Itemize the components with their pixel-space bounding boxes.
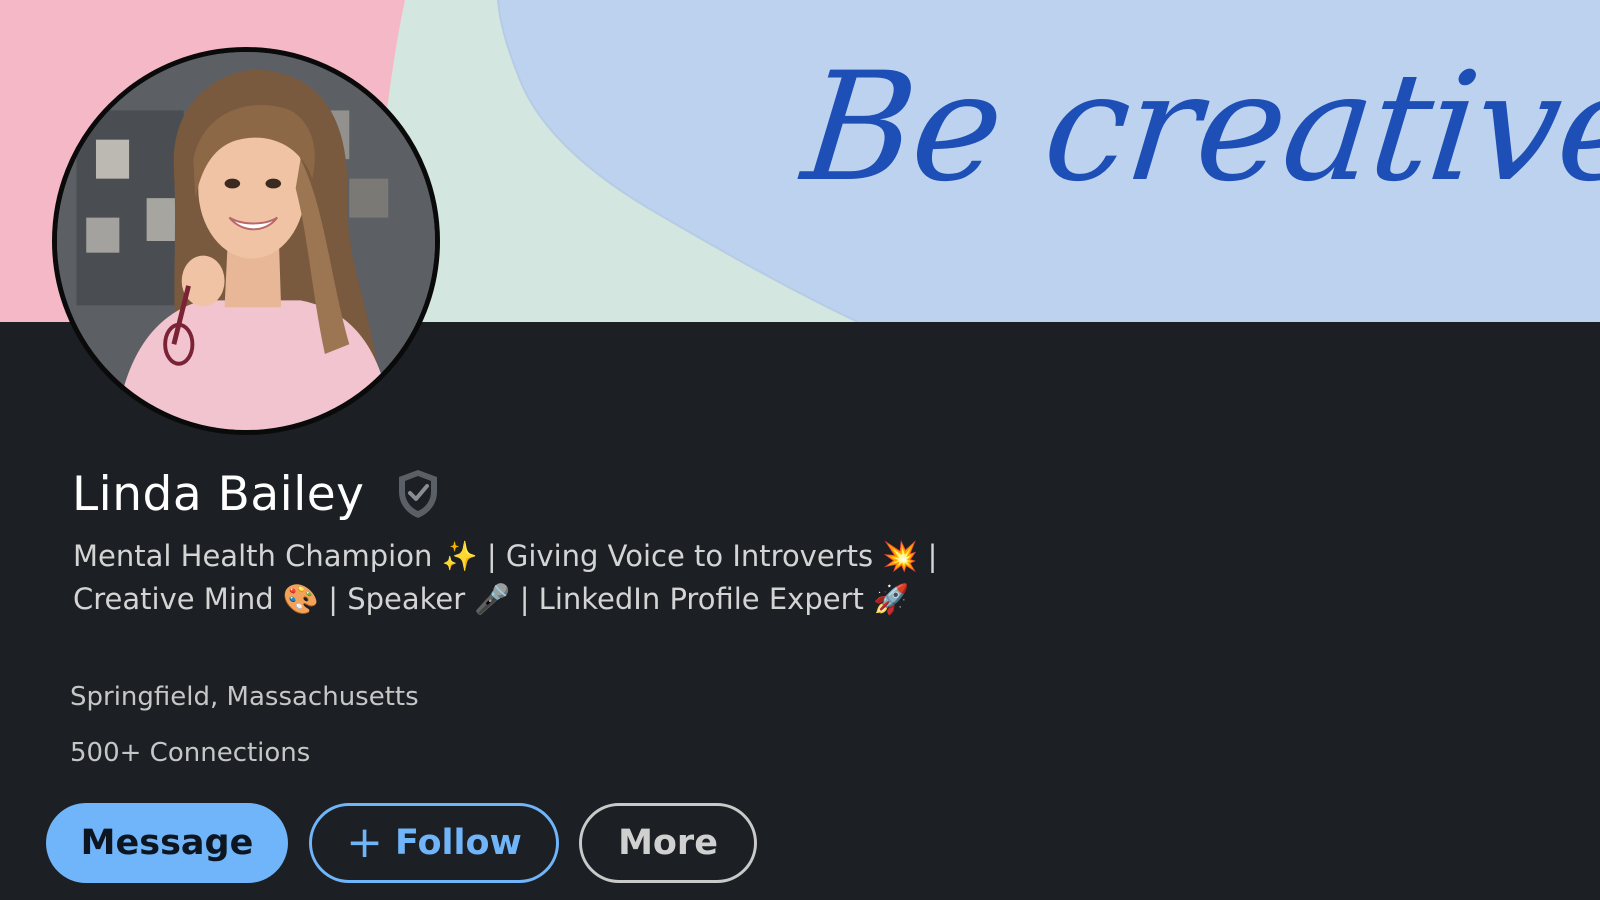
profile-card: Be creative Linda Bailey Mental Health C… [0,0,1600,900]
profile-photo-image [57,52,435,430]
follow-button-label: Follow [394,823,522,863]
profile-name-row: Linda Bailey [72,462,441,526]
follow-button[interactable]: + Follow [309,803,559,883]
profile-name: Linda Bailey [72,466,365,522]
profile-photo[interactable] [52,47,440,435]
message-button-label: Message [80,823,254,863]
plus-icon: + [346,817,383,868]
shield-check-icon[interactable] [395,468,441,520]
profile-connections[interactable]: 500+ Connections [70,738,310,768]
profile-location: Springfield, Massachusetts [70,682,419,712]
message-button[interactable]: Message [46,803,288,883]
more-button[interactable]: More [579,803,757,883]
more-button-label: More [618,823,718,863]
profile-headline: Mental Health Champion ✨ | Giving Voice … [73,539,938,616]
banner-slogan: Be creative [795,41,1600,215]
